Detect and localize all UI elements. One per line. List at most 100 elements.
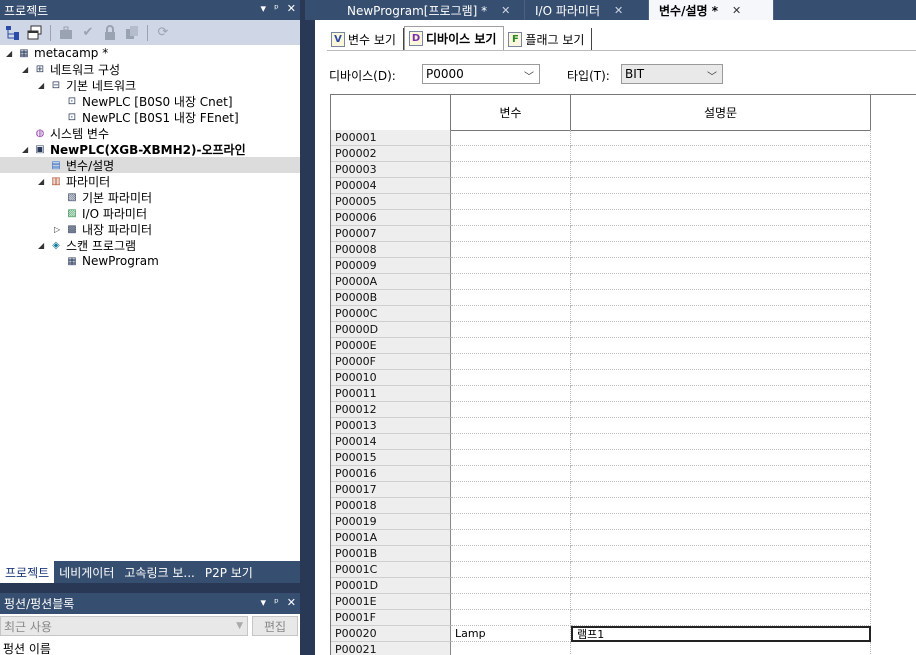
column-header-comment[interactable]: 설명문 [571,95,871,130]
close-icon[interactable]: ✕ [287,2,296,15]
comment-cell[interactable] [571,146,871,162]
refresh-icon[interactable]: ⟳ [154,24,172,42]
tree-item[interactable]: ▦ NewProgram [54,253,159,269]
variable-cell[interactable] [451,386,571,402]
tree-item[interactable]: ⊡ NewPLC [B0S1 내장 FEnet] [54,109,239,125]
comment-cell[interactable] [571,386,871,402]
tab-navigator[interactable]: 네비게이터 [54,561,119,583]
tree-item[interactable]: ◢ ▥ 파라미터 [38,173,110,189]
variable-cell[interactable] [451,530,571,546]
pin-icon[interactable]: ᵖ [274,2,279,15]
edit-button[interactable]: 편집 [252,616,298,636]
variable-cell[interactable] [451,370,571,386]
comment-cell[interactable] [571,466,871,482]
variable-cell[interactable] [451,306,571,322]
expand-toggle-icon[interactable]: ◢ [38,81,48,90]
variable-cell[interactable] [451,562,571,578]
panel-dropdown-icon[interactable]: ▾ [261,2,267,15]
variable-cell[interactable] [451,450,571,466]
comment-cell[interactable] [571,450,871,466]
comment-cell[interactable] [571,562,871,578]
tab-highspeed-link[interactable]: 고속링크 보... [119,561,199,583]
comment-cell[interactable] [571,610,871,626]
tab-io-parameter[interactable]: I/O 파라미터 ✕ [525,0,649,20]
variable-cell[interactable] [451,434,571,450]
variable-cell[interactable] [451,194,571,210]
comment-cell[interactable] [571,482,871,498]
variable-cell[interactable] [451,418,571,434]
tree-item[interactable]: ⊡ NewPLC [B0S0 내장 Cnet] [54,93,233,109]
expand-toggle-icon[interactable]: ◢ [22,145,32,154]
variable-cell[interactable] [451,322,571,338]
variable-cell[interactable] [451,482,571,498]
panel-dropdown-icon[interactable]: ▾ [261,596,267,609]
comment-cell[interactable] [571,162,871,178]
comment-cell[interactable] [571,434,871,450]
comment-cell[interactable] [571,546,871,562]
variable-cell[interactable] [451,130,571,146]
column-header-variable[interactable]: 변수 [451,95,571,130]
close-tab-icon[interactable]: ✕ [732,4,741,17]
variable-cell[interactable] [451,610,571,626]
comment-cell[interactable] [571,338,871,354]
device-select[interactable]: P0000 ﹀ [422,64,540,84]
tree-item[interactable]: ◢ ▦ metacamp * [6,45,108,61]
comment-cell[interactable] [571,418,871,434]
tree-item[interactable]: ▨ I/O 파라미터 [54,205,147,221]
variable-cell[interactable] [451,146,571,162]
tree-item[interactable]: ▷ ▩ 내장 파라미터 [54,221,152,237]
expand-toggle-icon[interactable]: ◢ [38,241,48,250]
close-icon[interactable]: ✕ [287,596,296,609]
variable-cell[interactable] [451,402,571,418]
comment-cell[interactable] [571,242,871,258]
pin-icon[interactable]: ᵖ [274,596,279,609]
tab-variable-comment[interactable]: 변수/설명 * ✕ [649,0,774,20]
tree-item[interactable]: ▤ 변수/설명 [0,157,300,173]
variable-cell[interactable] [451,258,571,274]
comment-cell[interactable] [571,498,871,514]
expand-toggle-icon[interactable]: ▷ [54,225,64,234]
comment-cell[interactable]: 램프1 [571,626,871,642]
tree-item[interactable]: ◢ ⊟ 기본 네트워크 [38,77,136,93]
comment-cell[interactable] [571,322,871,338]
variable-cell[interactable] [451,642,571,655]
tree-item[interactable]: ▧ 기본 파라미터 [54,189,152,205]
comment-cell[interactable] [571,530,871,546]
lock-icon[interactable] [101,24,119,42]
copy-icon[interactable] [123,24,141,42]
comment-cell[interactable] [571,194,871,210]
comment-cell[interactable] [571,370,871,386]
expand-toggle-icon[interactable]: ◢ [22,65,32,74]
comment-cell[interactable] [571,130,871,146]
variable-cell[interactable] [451,210,571,226]
comment-cell[interactable] [571,210,871,226]
variable-cell[interactable] [451,594,571,610]
recent-function-select[interactable]: 최근 사용 ▼ [0,616,248,636]
variable-cell[interactable] [451,466,571,482]
comment-cell[interactable] [571,258,871,274]
comment-cell[interactable] [571,274,871,290]
comment-cell[interactable] [571,402,871,418]
tab-project[interactable]: 프로젝트 [0,561,55,583]
comment-cell[interactable] [571,290,871,306]
variable-cell[interactable] [451,274,571,290]
check-icon[interactable]: ✔ [79,24,97,42]
comment-cell[interactable] [571,178,871,194]
expand-toggle-icon[interactable]: ◢ [38,177,48,186]
tab-newprogram[interactable]: NewProgram[프로그램] * ✕ [305,0,525,20]
variable-cell[interactable] [451,578,571,594]
comment-cell[interactable] [571,594,871,610]
comment-cell[interactable] [571,354,871,370]
variable-cell[interactable] [451,546,571,562]
tree-item[interactable]: ◢ ▣ NewPLC(XGB-XBMH2)-오프라인 [22,141,246,157]
variable-cell[interactable]: Lamp [451,626,571,642]
windows-icon[interactable] [26,24,44,42]
tree-item[interactable]: ◍ 시스템 변수 [22,125,109,141]
tree-view-icon[interactable] [4,24,22,42]
comment-cell[interactable] [571,514,871,530]
variable-cell[interactable] [451,354,571,370]
variable-cell[interactable] [451,290,571,306]
comment-cell[interactable] [571,226,871,242]
variable-cell[interactable] [451,242,571,258]
tab-device-view[interactable]: D 디바이스 보기 [403,26,505,50]
